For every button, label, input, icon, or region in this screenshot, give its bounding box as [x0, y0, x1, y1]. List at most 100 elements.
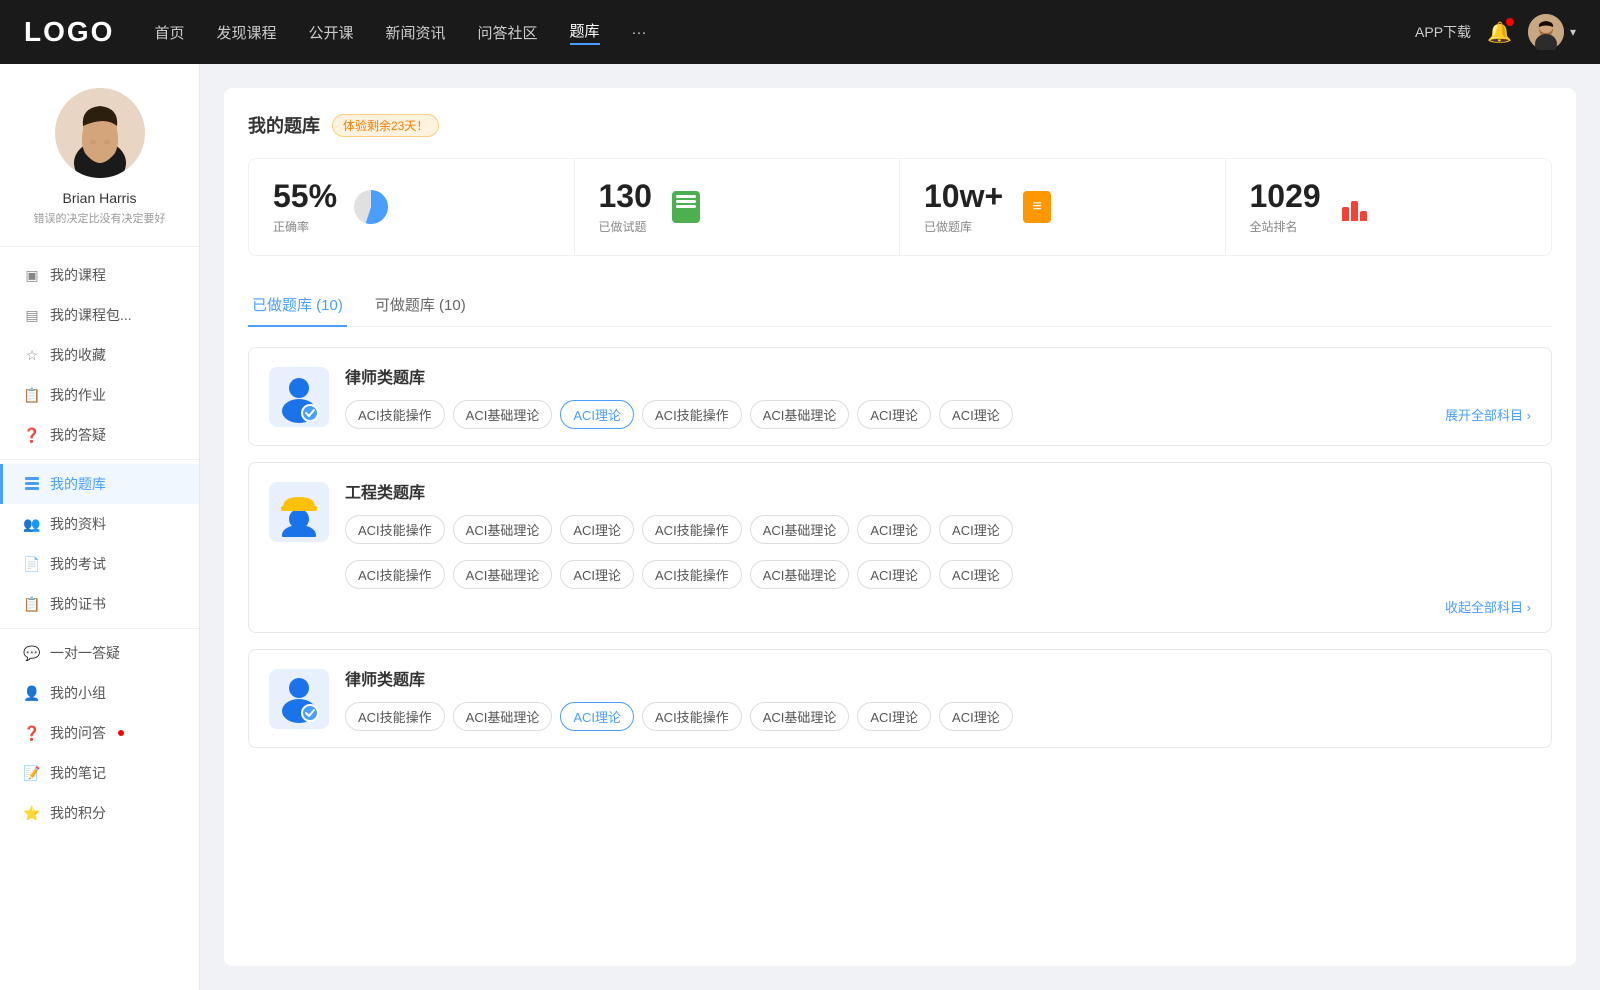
nav-open-course[interactable]: 公开课 [308, 22, 353, 43]
profile-avatar [55, 88, 145, 178]
sidebar-menu: ▣ 我的课程 ▤ 我的课程包... ☆ 我的收藏 📋 我的作业 ❓ 我的答疑 [0, 247, 199, 841]
homework-icon: 📋 [24, 387, 40, 403]
bar-chart-icon [1342, 193, 1367, 221]
eng-tag-6[interactable]: ACI理论 [939, 515, 1013, 544]
eng-tag-1[interactable]: ACI基础理论 [453, 515, 553, 544]
sidebar-divider-2 [0, 628, 199, 629]
qbank-icon [24, 476, 40, 492]
nav-news[interactable]: 新闻资讯 [386, 22, 446, 43]
exam-icon: 📄 [24, 556, 40, 572]
main-content: 我的题库 体验剩余23天！ 55% 正确率 [200, 64, 1600, 990]
stat-done-banks: 10w+ 已做题库 [900, 159, 1226, 255]
sidebar-item-profile[interactable]: 👥 我的资料 [0, 504, 199, 544]
l2-tag-2[interactable]: ACI理论 [560, 702, 634, 731]
bank-card-lawyer: 律师类题库 ACI技能操作 ACI基础理论 ACI理论 ACI技能操作 ACI基… [248, 347, 1552, 446]
doc-green-icon [672, 191, 700, 223]
l2-tag-5[interactable]: ACI理论 [857, 702, 931, 731]
stat-accuracy-label: 正确率 [273, 218, 337, 235]
main-layout: Brian Harris 错误的决定比没有决定要好 ▣ 我的课程 ▤ 我的课程包… [0, 64, 1600, 990]
sidebar-item-myqa[interactable]: ❓ 我的问答 [0, 713, 199, 753]
chat-icon: 💬 [24, 645, 40, 661]
stat-rank-label: 全站排名 [1250, 218, 1321, 235]
sidebar-item-points[interactable]: ⭐ 我的积分 [0, 793, 199, 833]
sidebar-item-courses[interactable]: ▣ 我的课程 [0, 255, 199, 295]
tab-done-banks[interactable]: 已做题库 (10) [248, 284, 347, 327]
engineering-bank-icon [269, 482, 329, 542]
l2-tag-1[interactable]: ACI基础理论 [453, 702, 553, 731]
stat-accuracy: 55% 正确率 [249, 159, 575, 255]
star-icon: ☆ [24, 347, 40, 363]
nav-discover[interactable]: 发现课程 [216, 22, 276, 43]
qa-icon: ❓ [24, 427, 40, 443]
nav-home[interactable]: 首页 [154, 22, 184, 43]
bank-card-engineering: 工程类题库 ACI技能操作 ACI基础理论 ACI理论 ACI技能操作 ACI基… [248, 462, 1552, 633]
tag-5[interactable]: ACI理论 [857, 400, 931, 429]
profile-section: Brian Harris 错误的决定比没有决定要好 [0, 88, 199, 247]
sidebar: Brian Harris 错误的决定比没有决定要好 ▣ 我的课程 ▤ 我的课程包… [0, 64, 200, 990]
group-icon: 👤 [24, 685, 40, 701]
l2-tag-0[interactable]: ACI技能操作 [345, 702, 445, 731]
lawyer-bank-tags: ACI技能操作 ACI基础理论 ACI理论 ACI技能操作 ACI基础理论 AC… [345, 400, 1531, 429]
engineering-extra-row: ACI技能操作 ACI基础理论 ACI理论 ACI技能操作 ACI基础理论 AC… [249, 560, 1551, 632]
tag-6[interactable]: ACI理论 [939, 400, 1013, 429]
eng-tag-0[interactable]: ACI技能操作 [345, 515, 445, 544]
collapse-engineering-link[interactable]: 收起全部科目 › [345, 597, 1531, 616]
tag-3[interactable]: ACI技能操作 [642, 400, 742, 429]
sidebar-item-qa[interactable]: ❓ 我的答疑 [0, 415, 199, 455]
eng-extra-tag-6[interactable]: ACI理论 [939, 560, 1013, 589]
sidebar-item-notes[interactable]: 📝 我的笔记 [0, 753, 199, 793]
lawyer-bank-icon [269, 367, 329, 427]
sidebar-divider-1 [0, 459, 199, 460]
doc-orange-icon [1023, 191, 1051, 223]
tag-2[interactable]: ACI理论 [560, 400, 634, 429]
eng-tag-5[interactable]: ACI理论 [857, 515, 931, 544]
sidebar-item-question-bank[interactable]: 我的题库 [0, 464, 199, 504]
stats-row: 55% 正确率 130 已做试题 [248, 158, 1552, 256]
eng-extra-tag-2[interactable]: ACI理论 [560, 560, 634, 589]
stat-done-label: 已做试题 [599, 218, 652, 235]
eng-extra-tag-5[interactable]: ACI理论 [857, 560, 931, 589]
user-avatar-button[interactable]: ▾ [1528, 14, 1576, 50]
app-download-button[interactable]: APP下载 [1415, 22, 1471, 42]
expand-lawyer-link[interactable]: 展开全部科目 › [1445, 405, 1531, 424]
sidebar-item-favorites[interactable]: ☆ 我的收藏 [0, 335, 199, 375]
done-questions-icon [668, 189, 704, 225]
lawyer2-bank-tags: ACI技能操作 ACI基础理论 ACI理论 ACI技能操作 ACI基础理论 AC… [345, 702, 1531, 731]
bank-card-lawyer2: 律师类题库 ACI技能操作 ACI基础理论 ACI理论 ACI技能操作 ACI基… [248, 649, 1552, 748]
packages-icon: ▤ [24, 307, 40, 323]
cert-icon: 📋 [24, 596, 40, 612]
nav-qa[interactable]: 问答社区 [478, 22, 538, 43]
sidebar-item-course-packages[interactable]: ▤ 我的课程包... [0, 295, 199, 335]
eng-extra-tag-3[interactable]: ACI技能操作 [642, 560, 742, 589]
nav-more[interactable]: ··· [632, 24, 647, 41]
sidebar-item-homework[interactable]: 📋 我的作业 [0, 375, 199, 415]
sidebar-item-exam[interactable]: 📄 我的考试 [0, 544, 199, 584]
nav-question-bank[interactable]: 题库 [570, 20, 600, 45]
tag-4[interactable]: ACI基础理论 [750, 400, 850, 429]
eng-tag-2[interactable]: ACI理论 [560, 515, 634, 544]
logo: LOGO [24, 16, 114, 48]
accuracy-icon [353, 189, 389, 225]
engineering-bank-tags-row2: ACI技能操作 ACI基础理论 ACI理论 ACI技能操作 ACI基础理论 AC… [345, 560, 1531, 589]
sidebar-item-groups[interactable]: 👤 我的小组 [0, 673, 199, 713]
tab-available-banks[interactable]: 可做题库 (10) [371, 284, 470, 327]
eng-extra-tag-1[interactable]: ACI基础理论 [453, 560, 553, 589]
eng-extra-tag-4[interactable]: ACI基础理论 [750, 560, 850, 589]
notification-bell[interactable]: 🔔 [1487, 20, 1512, 45]
avatar [1528, 14, 1564, 50]
l2-tag-4[interactable]: ACI基础理论 [750, 702, 850, 731]
tag-0[interactable]: ACI技能操作 [345, 400, 445, 429]
l2-tag-6[interactable]: ACI理论 [939, 702, 1013, 731]
eng-extra-tag-0[interactable]: ACI技能操作 [345, 560, 445, 589]
courses-icon: ▣ [24, 267, 40, 283]
chevron-down-icon: ▾ [1570, 25, 1576, 39]
eng-tag-4[interactable]: ACI基础理论 [750, 515, 850, 544]
tag-1[interactable]: ACI基础理论 [453, 400, 553, 429]
sidebar-item-certificate[interactable]: 📋 我的证书 [0, 584, 199, 624]
eng-tag-3[interactable]: ACI技能操作 [642, 515, 742, 544]
profile-motto: 错误的决定比没有决定要好 [20, 210, 179, 226]
sidebar-item-1on1[interactable]: 💬 一对一答疑 [0, 633, 199, 673]
stat-done-value: 130 [599, 179, 652, 214]
l2-tag-3[interactable]: ACI技能操作 [642, 702, 742, 731]
engineering-bank-tags-row1: ACI技能操作 ACI基础理论 ACI理论 ACI技能操作 ACI基础理论 AC… [345, 515, 1531, 544]
